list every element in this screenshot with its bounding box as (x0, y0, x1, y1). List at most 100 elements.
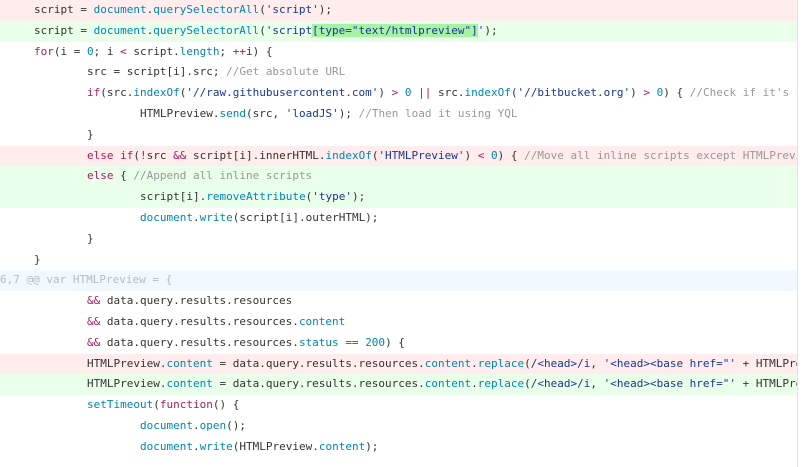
code-token: HTMLPreview. (87, 356, 167, 370)
code-token: 6,7 @@ var HTMLPreview = { (0, 273, 173, 287)
context-line: } (0, 125, 797, 146)
context-line: document.write(HTMLPreview.content); (0, 437, 797, 458)
code-token: [type="text/htmlpreview"] (312, 23, 478, 37)
added-line: HTMLPreview.content = data.query.results… (0, 374, 797, 396)
code-token: 'script (265, 23, 313, 37)
code-token: indexOf (464, 86, 511, 100)
code-token: } (87, 127, 94, 141)
context-line: && data.query.results.resources.content (0, 312, 797, 333)
code-token: '<head><base href="' (603, 377, 737, 391)
code-token: setTimeout (87, 398, 154, 412)
code-token: ( (524, 356, 531, 370)
code-token: + HTMLPreview.folder + (742, 377, 797, 391)
code-token: open (199, 418, 227, 432)
code-token: content (166, 377, 213, 391)
code-token: status (298, 335, 339, 349)
code-token: , (590, 377, 604, 391)
code-token: ( (259, 3, 266, 16)
code-token: ); (484, 23, 498, 37)
code-token: content (424, 377, 472, 391)
code-token: (script[i].outerHTML); (232, 210, 379, 224)
added-line: script = document.querySelectorAll('scri… (0, 20, 797, 42)
code-token: script = (34, 3, 94, 16)
code-token: //Then load it using YQL (358, 106, 518, 120)
code-token: && (87, 294, 101, 308)
code-token: src. (431, 86, 465, 100)
code-token: querySelectorAll (153, 3, 260, 16)
code-token: { (113, 169, 134, 183)
code-token: 'loadJS' (285, 106, 339, 120)
code-token: '<head><base href="' (603, 356, 737, 370)
code-token: && (87, 335, 101, 349)
code-token: content (318, 439, 366, 453)
vertical-scrollbar[interactable] (797, 0, 803, 467)
code-token: ); (351, 190, 366, 204)
code-token: } (87, 231, 94, 245)
code-token: ) { (663, 86, 690, 100)
code-token: '//raw.githubusercontent.com' (186, 86, 379, 100)
code-token: else (87, 148, 114, 162)
code-token: document (93, 3, 147, 16)
context-line: src = script[i].src; //Get absolute URL (0, 62, 797, 83)
code-token: 0 (87, 44, 94, 58)
code-token: ( (259, 23, 266, 37)
code-token: length (179, 44, 220, 58)
code-token: script. (126, 44, 180, 58)
code-token: ) (378, 86, 392, 100)
code-token: 0 (404, 86, 412, 100)
context-line: document.open(); (0, 416, 797, 437)
code-token: document (140, 210, 193, 224)
code-token: querySelectorAll (153, 23, 260, 37)
code-token: content (424, 356, 472, 370)
code-token: data.query.results.resources. (100, 335, 299, 349)
code-token: if (87, 86, 101, 100)
code-token: indexOf (325, 148, 372, 162)
code-token: //Append all inline scripts (133, 169, 313, 183)
code-token: function (159, 398, 213, 412)
code-token: ); (365, 439, 379, 453)
code-token: ( (510, 86, 518, 100)
code-token: 'HTMLPreview' (378, 148, 465, 162)
deleted-line: script = document.querySelectorAll('scri… (0, 0, 797, 21)
code-token: (HTMLPreview. (232, 439, 319, 453)
code-token: + HTMLPreview.folder + (742, 356, 797, 370)
code-token: send (219, 106, 246, 120)
code-token: ); (318, 3, 333, 16)
code-token: /<head>/i (530, 377, 591, 391)
code-token: (i = (53, 44, 87, 58)
code-token: } (34, 252, 41, 266)
code-token: . (192, 418, 200, 432)
code-token: , (590, 356, 604, 370)
code-token: document (140, 439, 193, 453)
context-line: } (0, 229, 797, 250)
code-token: ; i (93, 44, 121, 58)
code-token: script[i].innerHTML. (186, 148, 326, 162)
code-diff-view: script = document.querySelectorAll('scri… (0, 0, 797, 458)
code-token: //Check if it's from raw.github.com or b… (689, 86, 797, 100)
code-token: ); (338, 106, 359, 120)
code-token: write (199, 210, 233, 224)
code-token: . (471, 377, 478, 391)
code-token: script[i]. (140, 190, 207, 204)
code-token: ) { (497, 148, 525, 162)
code-token: < (120, 44, 127, 58)
code-token: ! (140, 148, 147, 162)
code-token: 0 (491, 148, 498, 162)
code-token: src (146, 148, 174, 162)
context-line: if(src.indexOf('//raw.githubusercontent.… (0, 83, 797, 104)
context-line: && data.query.results.resources (0, 291, 797, 312)
code-token: == (345, 335, 359, 349)
hunk-header: 6,7 @@ var HTMLPreview = { (0, 270, 797, 292)
context-line: for(i = 0; i < script.length; ++i) { (0, 42, 797, 63)
code-token: data.query.results.resources. (100, 314, 299, 328)
code-token: write (199, 439, 233, 453)
code-token: i) { (245, 44, 273, 58)
code-token: && (87, 314, 101, 328)
code-token: ( (153, 398, 160, 412)
code-token: script = (34, 23, 94, 37)
code-token: 200 (365, 335, 386, 349)
code-token: replace (477, 377, 525, 391)
code-token: ) { (385, 335, 405, 349)
code-token: (); (226, 418, 246, 432)
